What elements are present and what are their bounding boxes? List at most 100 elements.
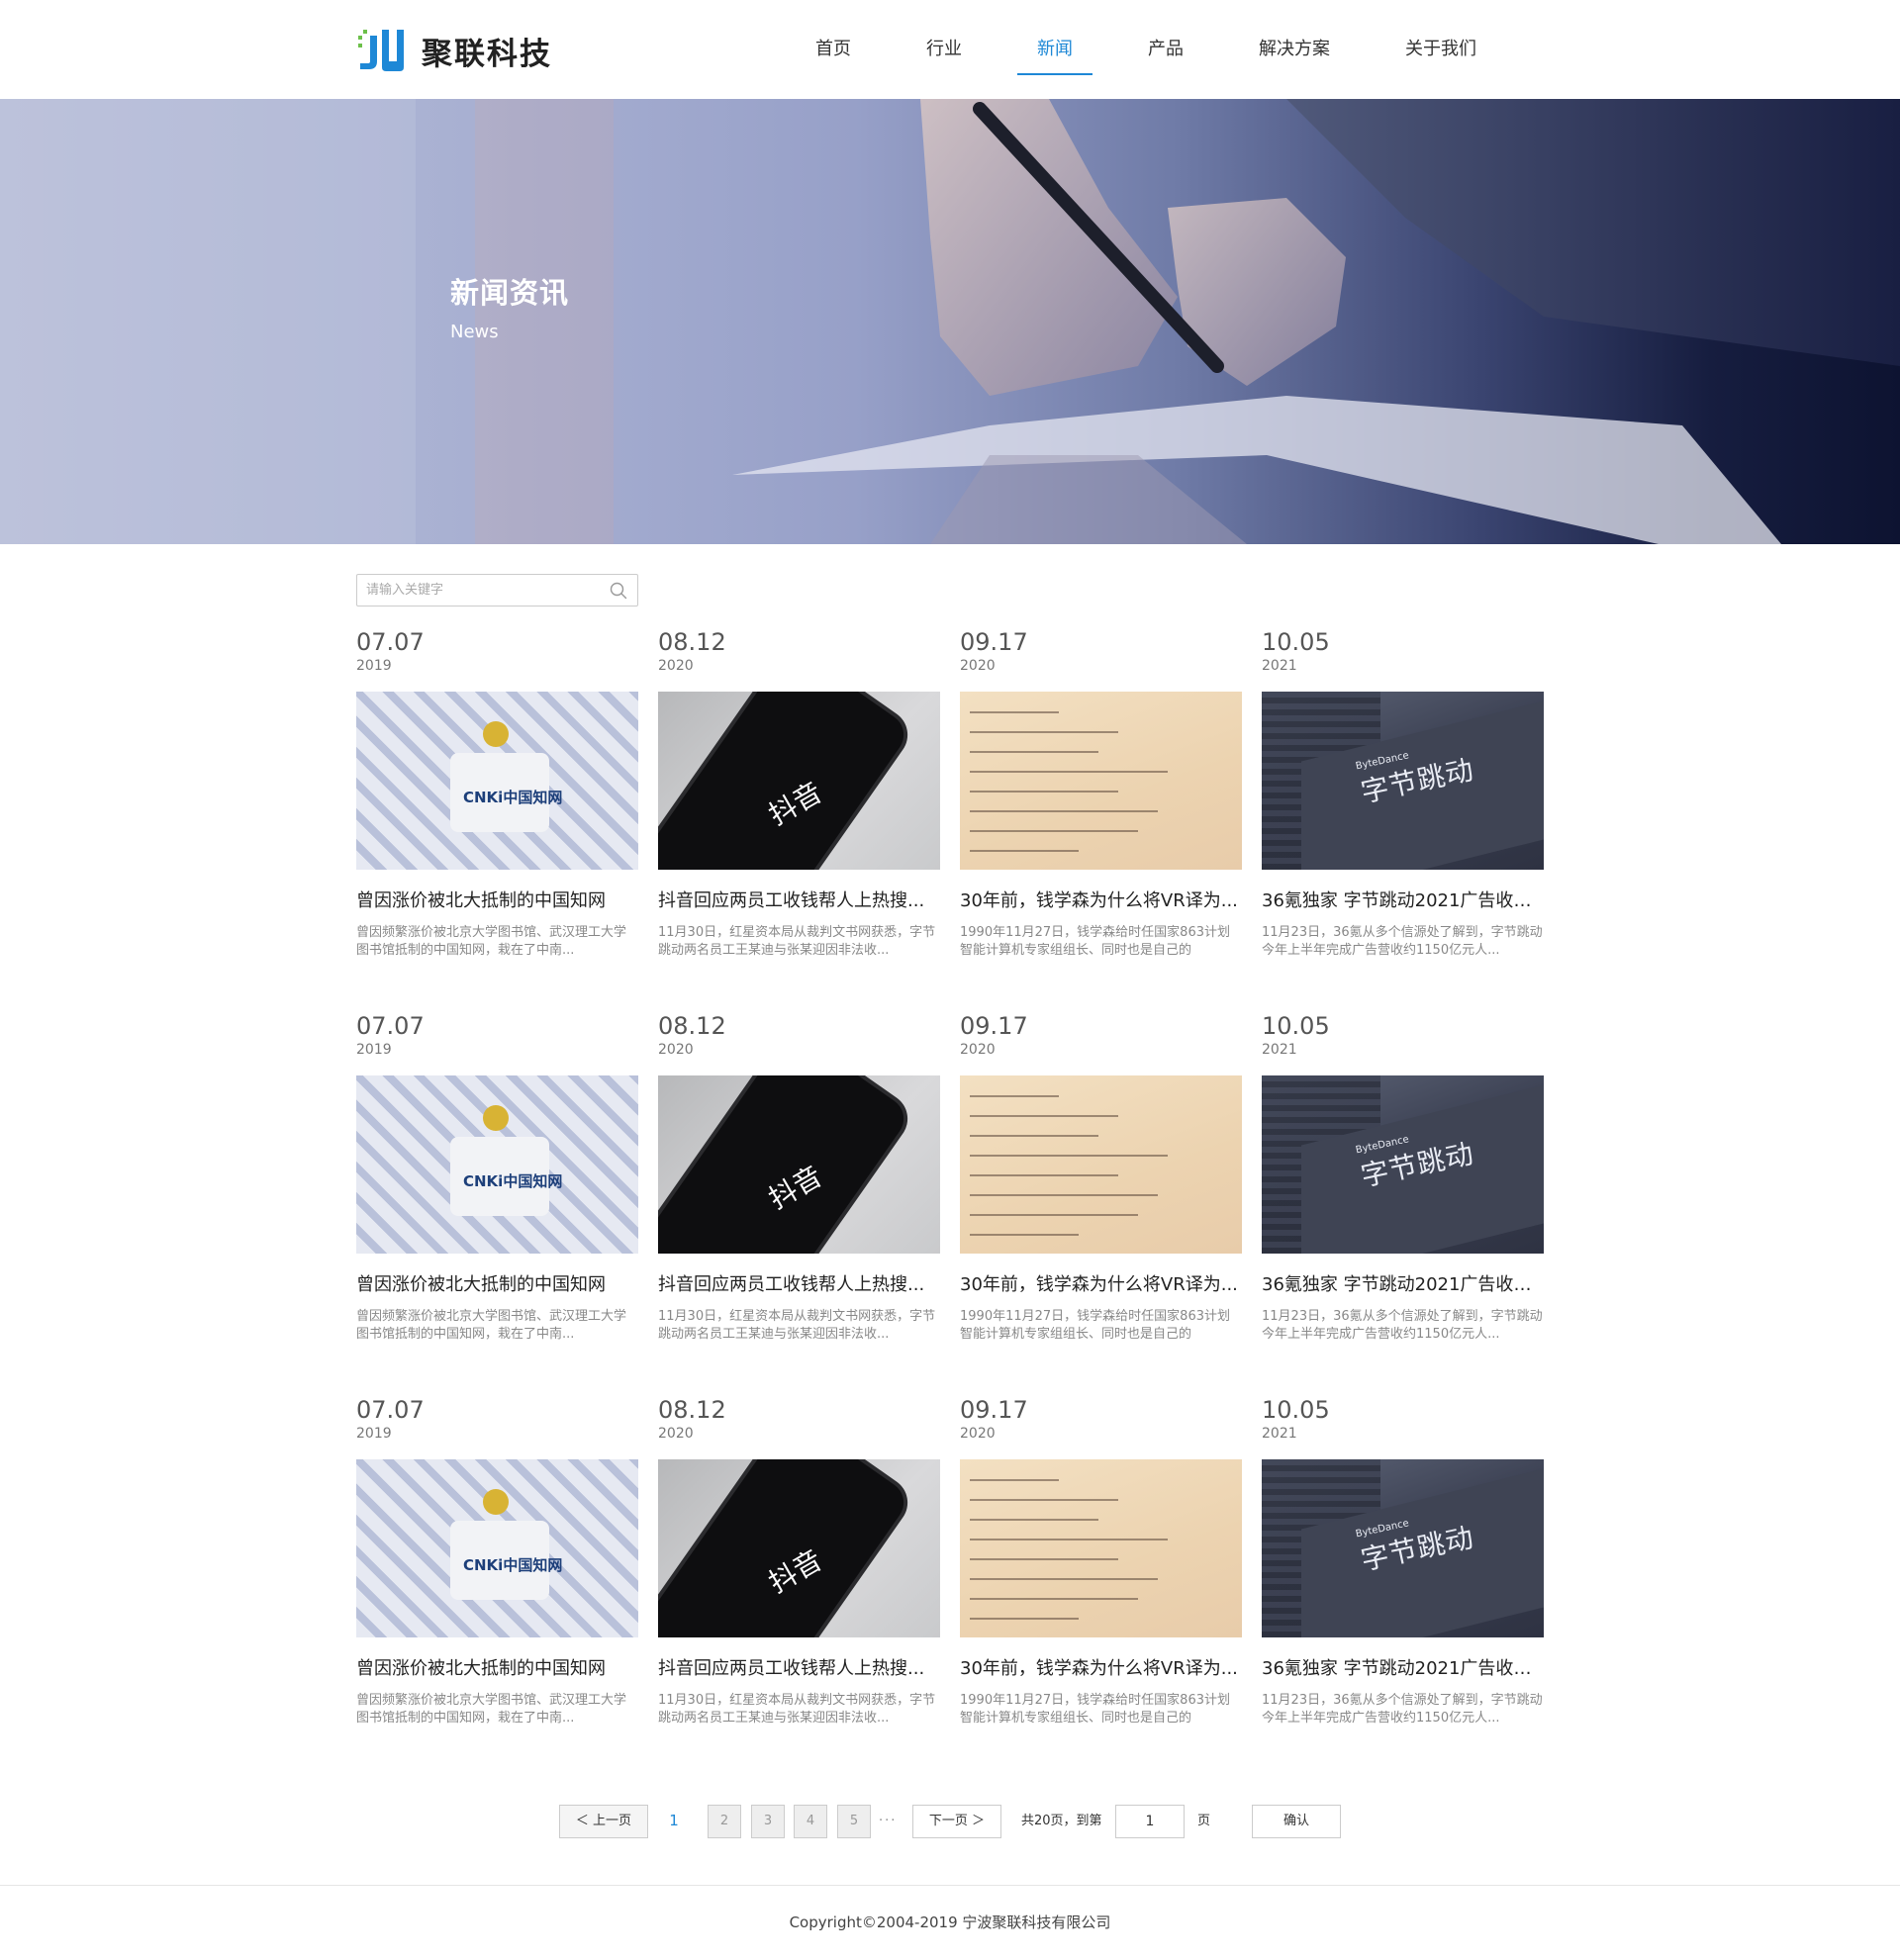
- handwriting-line: [970, 711, 1059, 713]
- cnki-logo-text: CNKi中国知网: [463, 789, 563, 806]
- site-header: 聚联科技 首页 行业 新闻 产品 解决方案 关于我们: [0, 0, 1900, 99]
- pagination: ＜ 上一页 1 2 3 4 5 ··· 下一页 ＞ 共20页，到第 页 确认: [356, 1805, 1544, 1838]
- news-description: 曾因频繁涨价被北京大学图书馆、武汉理工大学图书馆抵制的中国知网，栽在了中南...: [356, 1309, 627, 1342]
- news-title[interactable]: 抖音回应两员工收钱帮人上热搜...: [658, 1654, 940, 1680]
- page-3-button[interactable]: 3: [751, 1805, 785, 1838]
- news-thumbnail-bytedance-building[interactable]: ByteDance 字节跳动: [1262, 1459, 1544, 1637]
- news-title[interactable]: 36氪独家 字节跳动2021广告收入...: [1262, 1270, 1544, 1296]
- news-title[interactable]: 曾因涨价被北大抵制的中国知网: [356, 1270, 638, 1296]
- handwriting-line: [970, 1598, 1138, 1600]
- phone-device: [658, 1075, 912, 1254]
- page-ellipsis: ···: [879, 1814, 898, 1828]
- total-pages-text: 共20页，到第: [1021, 1814, 1102, 1828]
- news-card[interactable]: 09.17 2020 30年前，钱学森为什么将VR译为... 1990年11月27日，…: [960, 1396, 1242, 1780]
- search-button[interactable]: [600, 575, 637, 606]
- handwriting-line: [970, 1499, 1118, 1501]
- search-input[interactable]: [357, 575, 600, 606]
- news-card[interactable]: 10.05 2021 ByteDance 字节跳动 36氪独家 字节跳动2021广告收入…: [1262, 628, 1544, 1012]
- page-2-button[interactable]: 2: [708, 1805, 741, 1838]
- news-thumbnail-handwritten-letter[interactable]: [960, 692, 1242, 870]
- news-card[interactable]: 07.07 2019 CNKi中国知网 曾因涨价被北大抵制的中国知网 曾因频繁涨价被北京…: [356, 628, 638, 1012]
- handwriting-line: [970, 1479, 1059, 1481]
- news-title[interactable]: 曾因涨价被北大抵制的中国知网: [356, 887, 638, 912]
- nav-solutions[interactable]: 解决方案: [1221, 0, 1368, 99]
- handwriting-line: [970, 1558, 1118, 1560]
- news-description: 11月30日，红星资本局从裁判文书网获悉，字节跳动两名员工王某迪与张某迎因非法收…: [658, 1693, 936, 1726]
- confirm-button[interactable]: 确认: [1252, 1805, 1341, 1838]
- nav-home[interactable]: 首页: [778, 0, 889, 99]
- cnki-logo-text: CNKi中国知网: [463, 1556, 563, 1574]
- news-card[interactable]: 07.07 2019 CNKi中国知网 曾因涨价被北大抵制的中国知网 曾因频繁涨价被北京…: [356, 1012, 638, 1396]
- news-title[interactable]: 抖音回应两员工收钱帮人上热搜...: [658, 887, 940, 912]
- banner-hands-pen-image: [0, 99, 1900, 544]
- handwriting-line: [970, 1214, 1138, 1216]
- news-year: 2021: [1262, 1042, 1297, 1058]
- news-row: 07.07 2019 CNKi中国知网 曾因涨价被北大抵制的中国知网 曾因频繁涨价被北京…: [356, 1396, 1544, 1780]
- news-title[interactable]: 36氪独家 字节跳动2021广告收入...: [1262, 887, 1544, 912]
- next-page-button[interactable]: 下一页 ＞: [912, 1805, 1001, 1838]
- news-card[interactable]: 08.12 2020 抖音 抖音回应两员工收钱帮人上热搜... 11月30日，红星资本局…: [658, 1012, 940, 1396]
- site-footer: Copyright©2004-2019 宁波聚联科技有限公司: [0, 1885, 1900, 1960]
- handwriting-line: [970, 1174, 1118, 1176]
- news-title[interactable]: 抖音回应两员工收钱帮人上热搜...: [658, 1270, 940, 1296]
- handwriting-line: [970, 1578, 1158, 1580]
- nav-products[interactable]: 产品: [1110, 0, 1221, 99]
- news-thumbnail-douyin-phone[interactable]: 抖音: [658, 1075, 940, 1254]
- news-title[interactable]: 30年前，钱学森为什么将VR译为...: [960, 887, 1242, 912]
- page-4-button[interactable]: 4: [794, 1805, 827, 1838]
- news-thumbnail-douyin-phone[interactable]: 抖音: [658, 692, 940, 870]
- news-title[interactable]: 36氪独家 字节跳动2021广告收入...: [1262, 1654, 1544, 1680]
- news-thumbnail-douyin-phone[interactable]: 抖音: [658, 1459, 940, 1637]
- news-description: 曾因频繁涨价被北京大学图书馆、武汉理工大学图书馆抵制的中国知网，栽在了中南...: [356, 1693, 627, 1726]
- handwriting-line: [970, 1095, 1059, 1097]
- news-year: 2021: [1262, 658, 1297, 674]
- news-title[interactable]: 曾因涨价被北大抵制的中国知网: [356, 1654, 638, 1680]
- page-5-button[interactable]: 5: [837, 1805, 871, 1838]
- nav-industry[interactable]: 行业: [889, 0, 999, 99]
- logo[interactable]: 聚联科技: [356, 28, 552, 73]
- news-thumbnail-cnki-puzzle[interactable]: CNKi中国知网: [356, 1459, 638, 1637]
- worker-figure: [483, 1105, 509, 1131]
- news-description: 1990年11月27日，钱学森给时任国家863计划智能计算机专家组组长、同时也是…: [960, 1309, 1230, 1342]
- news-title[interactable]: 30年前，钱学森为什么将VR译为...: [960, 1270, 1242, 1296]
- news-card[interactable]: 10.05 2021 ByteDance 字节跳动 36氪独家 字节跳动2021广告收入…: [1262, 1012, 1544, 1396]
- handwriting-line: [970, 731, 1118, 733]
- handwriting-line: [970, 1618, 1079, 1620]
- news-year: 2020: [960, 658, 996, 674]
- cnki-logo-text: CNKi中国知网: [463, 1172, 563, 1190]
- news-thumbnail-handwritten-letter[interactable]: [960, 1459, 1242, 1637]
- news-row: 07.07 2019 CNKi中国知网 曾因涨价被北大抵制的中国知网 曾因频繁涨价被北京…: [356, 628, 1544, 1012]
- news-row: 07.07 2019 CNKi中国知网 曾因涨价被北大抵制的中国知网 曾因频繁涨价被北京…: [356, 1012, 1544, 1396]
- news-description: 1990年11月27日，钱学森给时任国家863计划智能计算机专家组组长、同时也是…: [960, 1693, 1230, 1726]
- news-card[interactable]: 10.05 2021 ByteDance 字节跳动 36氪独家 字节跳动2021广告收入…: [1262, 1396, 1544, 1780]
- handwriting-line: [970, 751, 1098, 753]
- news-description: 11月23日，36氪从多个信源处了解到，字节跳动今年上半年完成广告营收约1150…: [1262, 1693, 1543, 1726]
- news-description: 11月23日，36氪从多个信源处了解到，字节跳动今年上半年完成广告营收约1150…: [1262, 925, 1543, 958]
- handwriting-line: [970, 850, 1079, 852]
- news-year: 2020: [960, 1426, 996, 1442]
- page-current[interactable]: 1: [657, 1805, 691, 1838]
- prev-page-button[interactable]: ＜ 上一页: [559, 1805, 648, 1838]
- news-year: 2020: [658, 1042, 694, 1058]
- news-card[interactable]: 08.12 2020 抖音 抖音回应两员工收钱帮人上热搜... 11月30日，红星资本局…: [658, 1396, 940, 1780]
- nav-about[interactable]: 关于我们: [1368, 0, 1514, 99]
- news-grid: 07.07 2019 CNKi中国知网 曾因涨价被北大抵制的中国知网 曾因频繁涨价被北京…: [356, 628, 1544, 1780]
- news-thumbnail-bytedance-building[interactable]: ByteDance 字节跳动: [1262, 1075, 1544, 1254]
- nav-news[interactable]: 新闻: [999, 0, 1110, 99]
- news-thumbnail-bytedance-building[interactable]: ByteDance 字节跳动: [1262, 692, 1544, 870]
- news-title[interactable]: 30年前，钱学森为什么将VR译为...: [960, 1654, 1242, 1680]
- phone-device: [658, 1459, 912, 1637]
- news-card[interactable]: 07.07 2019 CNKi中国知网 曾因涨价被北大抵制的中国知网 曾因频繁涨价被北京…: [356, 1396, 638, 1780]
- news-card[interactable]: 08.12 2020 抖音 抖音回应两员工收钱帮人上热搜... 11月30日，红星资本局…: [658, 628, 940, 1012]
- handwriting-line: [970, 791, 1118, 793]
- news-thumbnail-handwritten-letter[interactable]: [960, 1075, 1242, 1254]
- news-thumbnail-cnki-puzzle[interactable]: CNKi中国知网: [356, 1075, 638, 1254]
- goto-page-input[interactable]: [1115, 1805, 1185, 1838]
- copyright: Copyright©2004-2019 宁波聚联科技有限公司: [789, 1913, 1111, 1931]
- page-suffix-text: 页: [1197, 1814, 1211, 1828]
- news-card[interactable]: 09.17 2020 30年前，钱学森为什么将VR译为... 1990年11月27日，…: [960, 1012, 1242, 1396]
- news-card[interactable]: 09.17 2020 30年前，钱学森为什么将VR译为... 1990年11月27日，…: [960, 628, 1242, 1012]
- news-year: 2020: [960, 1042, 996, 1058]
- news-thumbnail-cnki-puzzle[interactable]: CNKi中国知网: [356, 692, 638, 870]
- news-date: 07.07: [356, 1012, 425, 1040]
